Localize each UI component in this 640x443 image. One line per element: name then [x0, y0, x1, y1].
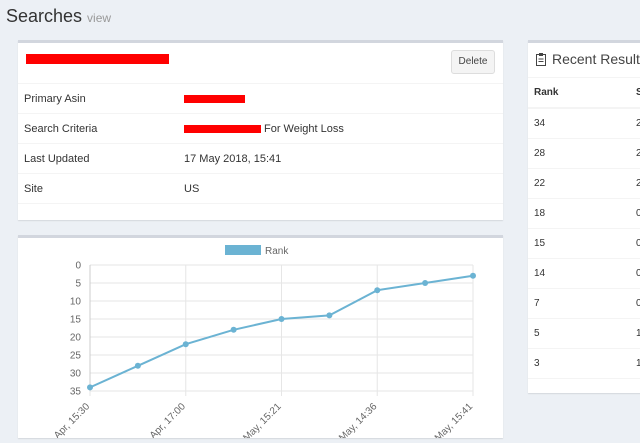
y-tick-label: 25	[70, 351, 82, 362]
data-point	[134, 362, 141, 369]
second-cell: 2	[636, 178, 640, 189]
page-title: Searches view	[6, 6, 111, 27]
table-row: 70	[528, 289, 640, 319]
second-cell: 0	[636, 208, 640, 219]
rank-cell: 34	[534, 118, 546, 129]
data-point	[230, 326, 237, 333]
second-cell: 0	[636, 298, 640, 309]
detail-label: Site	[24, 183, 43, 195]
table-row: 15 0	[528, 229, 640, 259]
table-row: 31	[528, 349, 640, 379]
x-tick-label: Apr, 15:30	[52, 401, 92, 438]
redacted-criteria	[184, 125, 261, 133]
page-title-text: Searches	[6, 6, 83, 26]
rank-cell: 14	[534, 268, 546, 279]
table-row: 18 0	[528, 199, 640, 229]
legend-swatch	[225, 245, 261, 255]
data-point	[278, 316, 285, 322]
table-row: 34 2	[528, 109, 640, 139]
rank-cell: 7	[534, 298, 540, 309]
column-header-rank: Rank	[534, 87, 559, 98]
rank-cell: 15	[534, 238, 546, 249]
column-header-second: S	[636, 87, 640, 98]
detail-label: Last Updated	[24, 153, 90, 165]
table-row: 14 0	[528, 259, 640, 289]
data-point	[422, 280, 429, 286]
y-tick-label: 5	[75, 279, 81, 290]
legend-label: Rank	[265, 246, 289, 257]
x-tick-label: May, 15:41	[433, 401, 476, 438]
x-tick-label: May, 15:21	[241, 401, 284, 438]
detail-value: 17 May 2018, 15:41	[184, 153, 282, 165]
detail-label: Primary Asin	[24, 93, 86, 105]
second-cell: 2	[636, 148, 640, 159]
y-tick-label: 35	[70, 387, 82, 398]
y-tick-label: 10	[70, 297, 82, 308]
rank-cell: 5	[534, 328, 540, 339]
second-cell: 1	[636, 328, 640, 339]
rank-cell: 3	[534, 358, 540, 369]
second-cell: 0	[636, 238, 640, 249]
detail-label: Search Criteria	[24, 123, 98, 135]
redacted-asin	[184, 95, 245, 103]
detail-row-primary-asin: Primary Asin	[18, 84, 503, 114]
second-cell: 0	[636, 268, 640, 279]
redacted-search-title	[26, 54, 169, 64]
delete-button[interactable]: Delete	[451, 50, 495, 74]
y-tick-label: 15	[70, 315, 82, 326]
x-tick-label: May, 14:36	[337, 401, 380, 438]
detail-value: For Weight Loss	[264, 123, 344, 135]
rank-chart-panel: Rank 0 5 10 15 20 25 30 35 Apr, 15:30 Apr, 17:00 Ma…	[18, 235, 503, 443]
recent-results-header: Recent Results	[528, 43, 640, 78]
recent-results-panel: Recent Results Rank S 34 2 28 2 22 2 18 0 15 0 14 0…	[528, 40, 640, 393]
data-point	[326, 312, 333, 319]
rank-cell: 18	[534, 208, 546, 219]
search-detail-panel: Delete Primary Asin Search Criteria For …	[18, 40, 503, 220]
detail-row-search-criteria: Search Criteria For Weight Loss	[18, 114, 503, 144]
data-point	[374, 287, 381, 294]
second-cell: 2	[636, 118, 640, 129]
clipboard-icon	[536, 53, 546, 71]
table-row: 22 2	[528, 169, 640, 199]
y-tick-label: 0	[75, 261, 81, 272]
table-row: 28 2	[528, 139, 640, 169]
x-tick-label: Apr, 17:00	[148, 401, 188, 438]
y-tick-label: 20	[70, 333, 82, 344]
detail-row-site: Site US	[18, 174, 503, 204]
data-point	[87, 384, 93, 391]
data-point	[182, 341, 189, 348]
detail-row-last-updated: Last Updated 17 May 2018, 15:41	[18, 144, 503, 174]
recent-results-title: Recent Results	[552, 51, 640, 67]
rank-cell: 28	[534, 148, 546, 159]
data-point	[470, 272, 476, 279]
rank-cell: 22	[534, 178, 546, 189]
y-tick-label: 30	[70, 369, 82, 380]
detail-header: Delete	[18, 43, 503, 84]
second-cell: 1	[636, 358, 640, 369]
page-subtitle: view	[87, 11, 112, 25]
table-row: 51	[528, 319, 640, 349]
rank-line-chart: Rank 0 5 10 15 20 25 30 35 Apr, 15:30 Apr, 17:00 Ma…	[52, 245, 476, 443]
detail-value: US	[184, 183, 200, 195]
recent-results-column-header: Rank S	[528, 78, 640, 109]
